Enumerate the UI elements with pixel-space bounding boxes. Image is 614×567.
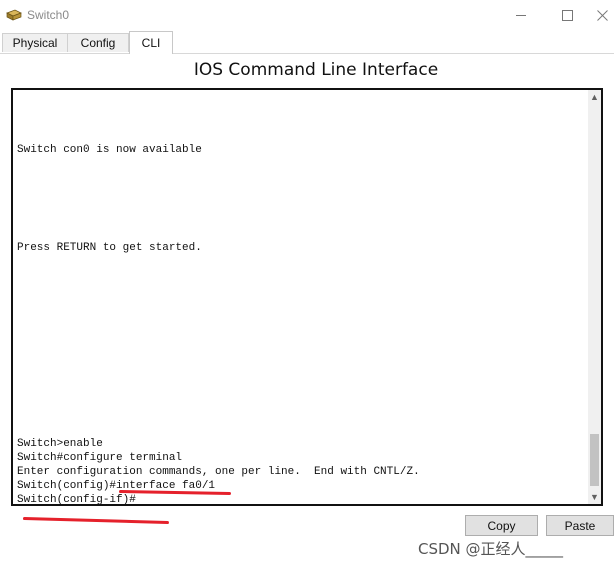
minimize-icon	[516, 15, 526, 16]
tab-config[interactable]: Config	[67, 33, 129, 52]
scrollbar-thumb[interactable]	[590, 434, 599, 486]
scroll-down-icon[interactable]: ▼	[588, 490, 601, 504]
maximize-button[interactable]	[544, 0, 590, 31]
tab-physical[interactable]: Physical	[2, 33, 68, 52]
terminal-console[interactable]: Switch con0 is now available Press RETUR…	[11, 88, 603, 506]
terminal-line: Enter configuration commands, one per li…	[17, 466, 420, 478]
close-icon	[596, 10, 608, 21]
copy-button[interactable]: Copy	[465, 515, 538, 536]
terminal-line: Switch>enable	[17, 438, 103, 450]
terminal-scrollbar[interactable]: ▲ ▼	[588, 90, 601, 504]
switch-device-icon	[6, 9, 22, 21]
tab-cli[interactable]: CLI	[129, 31, 173, 54]
terminal-line: Switch con0 is now available	[17, 144, 202, 156]
tab-strip: Physical Config CLI	[0, 31, 614, 54]
title-bar: Switch0	[0, 0, 614, 31]
annotation-underline-prompt	[22, 517, 169, 525]
window-title: Switch0	[27, 8, 70, 22]
terminal-prompt-line: Switch(config-if)#	[17, 494, 136, 506]
scroll-up-icon[interactable]: ▲	[588, 90, 601, 104]
minimize-button[interactable]	[498, 0, 544, 31]
panel-title: IOS Command Line Interface	[193, 60, 439, 80]
close-button[interactable]	[590, 0, 614, 31]
paste-button[interactable]: Paste	[546, 515, 614, 536]
maximize-icon	[561, 10, 573, 21]
terminal-line: Press RETURN to get started.	[17, 242, 202, 254]
watermark: CSDN @正经人_____	[418, 540, 564, 558]
terminal-line: Switch#configure terminal	[17, 452, 183, 464]
